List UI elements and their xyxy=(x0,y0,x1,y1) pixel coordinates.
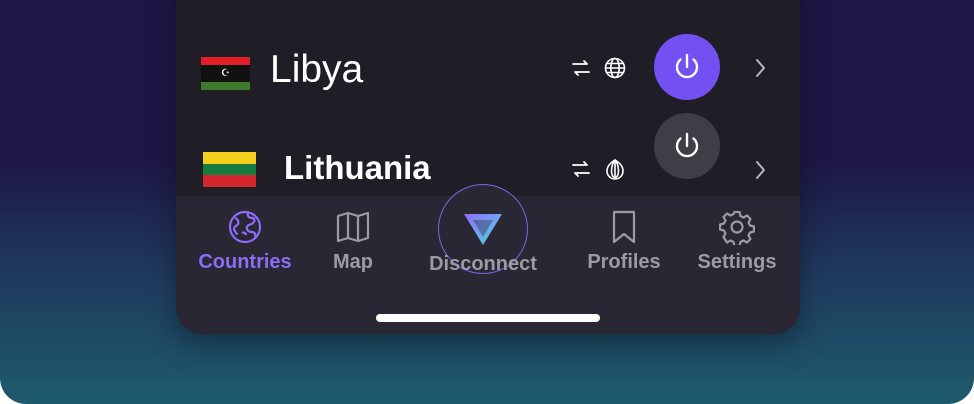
country-row-libya[interactable]: ☪ Libya xyxy=(176,29,800,119)
connect-power-button[interactable] xyxy=(654,113,720,179)
tab-settings[interactable]: Settings xyxy=(686,196,788,274)
feature-icons xyxy=(569,56,627,80)
connect-power-button[interactable] xyxy=(654,34,720,100)
proton-logo-icon xyxy=(464,214,502,245)
tab-bar: Countries Map Disconnect Profiles Settin… xyxy=(176,184,800,334)
country-name: Lithuania xyxy=(284,149,431,186)
power-icon xyxy=(675,132,699,158)
tab-label: Countries xyxy=(198,251,292,273)
app-window: ☪ Libya Lithuania Countries Map Disconne… xyxy=(176,0,800,334)
libya-flag-icon: ☪ xyxy=(201,57,250,90)
power-icon xyxy=(675,53,699,79)
gear-icon xyxy=(719,210,755,245)
chevron-right-icon[interactable] xyxy=(754,57,766,79)
tor-icon xyxy=(606,158,624,180)
feature-icons xyxy=(569,157,627,181)
tab-label: Map xyxy=(333,251,373,273)
chevron-right-icon[interactable] xyxy=(754,159,766,181)
p2p-icon xyxy=(572,161,590,177)
globe-icon xyxy=(604,57,626,79)
p2p-icon xyxy=(572,60,590,76)
background: ☪ Libya Lithuania Countries Map Disconne… xyxy=(0,0,974,404)
tab-map[interactable]: Map xyxy=(324,196,382,274)
tab-countries[interactable]: Countries xyxy=(186,196,304,274)
home-indicator[interactable] xyxy=(376,314,600,322)
disconnect-label: Disconnect xyxy=(429,253,537,275)
tab-label: Profiles xyxy=(587,251,661,273)
bookmark-icon xyxy=(612,210,636,244)
tab-profiles[interactable]: Profiles xyxy=(576,196,672,274)
country-name: Libya xyxy=(270,48,364,91)
map-icon xyxy=(336,211,370,243)
tab-label: Settings xyxy=(697,251,777,273)
earth-icon xyxy=(228,210,262,244)
lithuania-flag-icon xyxy=(203,152,256,188)
